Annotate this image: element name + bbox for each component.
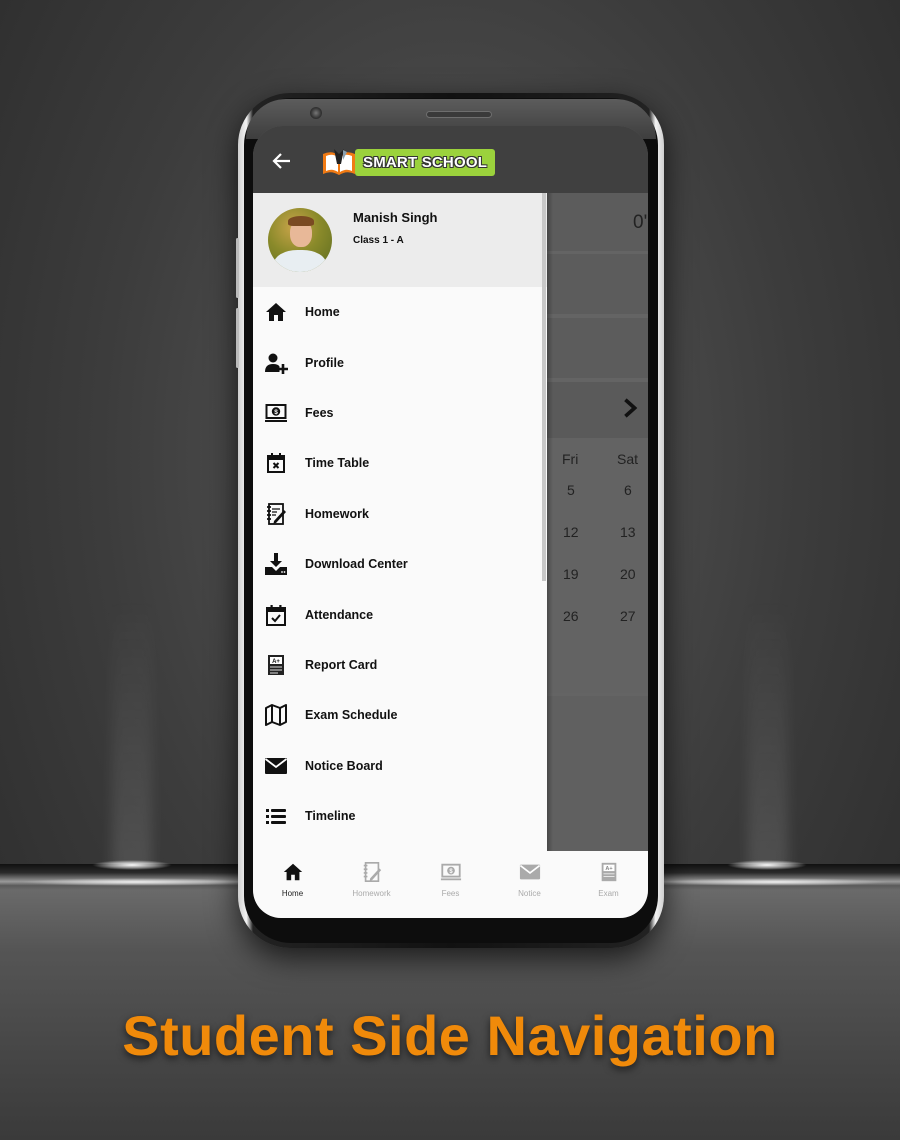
notebook-pen-icon (263, 501, 289, 527)
chevron-right-icon (624, 398, 638, 418)
envelope-icon (263, 753, 289, 779)
phone-volume-button (236, 238, 239, 298)
menu-item-home[interactable]: Home (253, 287, 547, 337)
calendar-day[interactable]: 6 (624, 482, 632, 498)
front-camera (310, 107, 322, 119)
menu-item-download-center[interactable]: Download Center (253, 539, 547, 589)
report-card-icon: A+ (601, 862, 616, 882)
avatar[interactable] (268, 208, 332, 272)
calendar-day[interactable]: 26 (563, 608, 579, 624)
navigation-drawer: Manish Singh Class 1 - A Home Profile $ … (253, 193, 547, 851)
calendar-day[interactable]: 13 (620, 524, 636, 540)
user-plus-icon (263, 350, 289, 376)
bg-card (547, 254, 648, 314)
fees-laptop-dollar-icon: $ (263, 400, 289, 426)
calendar-x-icon (263, 450, 289, 476)
home-icon (263, 299, 289, 325)
bottom-nav-fees[interactable]: $ Fees (411, 851, 490, 918)
back-button[interactable] (267, 146, 297, 176)
floor-glow (660, 878, 890, 886)
bg-card (547, 318, 648, 378)
notebook-pen-icon (363, 862, 381, 882)
book-logo-icon (321, 148, 357, 177)
bottom-nav-label: Homework (352, 889, 391, 898)
bottom-nav-label: Home (281, 889, 304, 898)
weekday-label: Sat (617, 451, 639, 467)
bottom-nav-label: Exam (598, 889, 619, 898)
menu-item-timeline[interactable]: Timeline (253, 791, 547, 841)
calendar-day[interactable]: 5 (567, 482, 575, 498)
light-beam (112, 600, 152, 870)
envelope-icon (519, 864, 540, 880)
drawer-scrollbar[interactable] (542, 193, 546, 581)
menu-item-label: Download Center (305, 557, 408, 572)
menu-item-label: Report Card (305, 657, 378, 672)
drawer-shadow (547, 193, 553, 851)
menu-item-exam-schedule[interactable]: Exam Schedule (253, 690, 547, 740)
fees-laptop-dollar-icon: $ (440, 863, 461, 881)
menu-item-label: Exam Schedule (305, 708, 398, 723)
menu-item-label: Notice Board (305, 758, 383, 773)
list-icon (263, 803, 289, 829)
menu-item-label: Profile (305, 355, 344, 370)
calendar-day[interactable]: 20 (620, 566, 636, 582)
arrow-left-icon (272, 153, 290, 169)
bottom-nav-label: Fees (441, 889, 460, 898)
weekday-label: Fri (562, 451, 579, 467)
menu-item-label: Attendance (305, 607, 374, 622)
menu-item-fees[interactable]: $ Fees (253, 388, 547, 438)
menu-item-label: Timeline (305, 809, 356, 824)
user-class: Class 1 - A (353, 235, 404, 246)
bottom-nav-label: Notice (518, 889, 541, 898)
app-toolbar: SMART SCHOOL (253, 126, 648, 193)
user-name: Manish Singh (353, 210, 438, 225)
bg-area (547, 696, 648, 851)
menu-item-label: Homework (305, 506, 369, 521)
spotlight (727, 860, 807, 870)
menu-item-time-table[interactable]: Time Table (253, 438, 547, 488)
report-card-icon: A+ (263, 652, 289, 678)
floor-glow (20, 878, 250, 886)
bottom-navigation: Home Homework $ Fees Notice A+ Exam (253, 851, 648, 918)
svg-text:A+: A+ (272, 659, 280, 665)
bottom-nav-notice[interactable]: Notice (490, 851, 569, 918)
spotlight (92, 860, 172, 870)
brand-logo: SMART SCHOOL (321, 148, 496, 177)
phone-power-button (236, 308, 239, 368)
bottom-nav-exam[interactable]: A+ Exam (569, 851, 648, 918)
map-icon (263, 702, 289, 728)
calendar-day[interactable]: 12 (563, 524, 579, 540)
light-beam (748, 600, 788, 870)
bottom-nav-home[interactable]: Home (253, 851, 332, 918)
menu-item-profile[interactable]: Profile (253, 337, 547, 387)
promo-caption: Student Side Navigation (122, 1004, 778, 1067)
menu-item-homework[interactable]: Homework (253, 489, 547, 539)
drawer-menu: Home Profile $ Fees Time Table Homework … (253, 287, 547, 841)
bg-partial-value: 0' (633, 212, 648, 233)
svg-text:A+: A+ (605, 866, 612, 872)
phone-frame: 0' Fri Sat 5 6 12 13 19 20 26 27 SMART S… (236, 93, 664, 948)
menu-item-attendance[interactable]: Attendance (253, 589, 547, 639)
menu-item-notice-board[interactable]: Notice Board (253, 741, 547, 791)
calendar-day[interactable]: 19 (563, 566, 579, 582)
download-icon (263, 551, 289, 577)
drawer-header: Manish Singh Class 1 - A (253, 193, 547, 287)
bottom-nav-homework[interactable]: Homework (332, 851, 411, 918)
calendar-next-button[interactable] (619, 394, 641, 422)
calendar-check-icon (263, 602, 289, 628)
brand-name: SMART SCHOOL (355, 149, 496, 176)
menu-item-label: Home (305, 305, 340, 320)
menu-item-label: Fees (305, 405, 334, 420)
menu-item-report-card[interactable]: A+ Report Card (253, 640, 547, 690)
svg-text:$: $ (274, 409, 278, 416)
app-screen: 0' Fri Sat 5 6 12 13 19 20 26 27 SMART S… (253, 126, 648, 918)
menu-item-label: Time Table (305, 456, 370, 471)
calendar-day[interactable]: 27 (620, 608, 636, 624)
earpiece-speaker (426, 111, 492, 118)
home-icon (283, 863, 302, 881)
